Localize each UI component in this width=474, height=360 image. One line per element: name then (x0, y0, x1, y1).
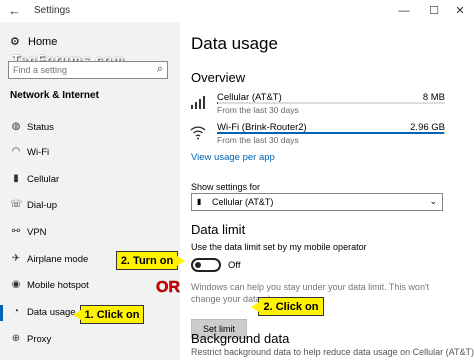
sidebar-item-label: Cellular (27, 174, 60, 185)
network-select-value: Cellular (AT&T) (212, 197, 274, 207)
globe-icon: ◍ (11, 121, 21, 132)
sidebar-item-label: Wi-Fi (27, 147, 50, 158)
sidebar-item-label: Dial-up (27, 200, 58, 211)
hotspot-icon: ◉ (11, 279, 21, 290)
usage-bar-fill (217, 132, 445, 134)
chevron-down-icon: ⌄ (429, 196, 437, 206)
network-select[interactable]: ▮ Cellular (AT&T) ⌄ (191, 193, 443, 211)
sidebar-item-cellular[interactable]: ▮ Cellular (0, 170, 180, 190)
view-usage-per-app-link[interactable]: View usage per app (191, 152, 275, 163)
callout-arrow (251, 302, 259, 312)
data-limit-heading: Data limit (191, 222, 246, 237)
window-title: Settings (34, 5, 71, 16)
usage-row-cellular: Cellular (AT&T) From the last 30 days 8 … (190, 90, 445, 120)
search-box[interactable]: ⌕ (8, 61, 168, 79)
title-bar: ← Settings — ☐ ✕ (0, 0, 474, 22)
operator-limit-toggle[interactable] (191, 258, 221, 272)
show-settings-label: Show settings for (191, 182, 261, 192)
sidebar-item-label: VPN (27, 227, 47, 238)
maximize-button[interactable]: ☐ (420, 2, 448, 20)
callout-click-set-limit: 2. Click on (251, 297, 324, 316)
section-title: Network & Internet (10, 90, 99, 101)
search-icon[interactable]: ⌕ (157, 63, 163, 76)
phone-icon: ☏ (10, 199, 23, 210)
sidebar-item-label: Mobile hotspot (27, 280, 89, 291)
minimize-button[interactable]: — (390, 2, 418, 20)
usage-bar (217, 102, 445, 104)
usage-period: From the last 30 days (217, 135, 299, 145)
search-input[interactable] (13, 65, 143, 75)
callout-arrow (177, 256, 185, 266)
sidebar-item-label: Proxy (27, 334, 52, 345)
cellular-icon: ▮ (13, 173, 19, 184)
operator-toggle-label: Use the data limit set by my mobile oper… (191, 242, 367, 252)
back-arrow-icon[interactable]: ← (8, 3, 21, 18)
sidebar-item-vpn[interactable]: ⚯ VPN (0, 223, 180, 243)
airplane-icon: ✈ (11, 253, 21, 264)
proxy-icon: ⊕ (11, 333, 21, 344)
page-title: Data usage (191, 34, 278, 53)
sidebar-item-dial-up[interactable]: ☏ Dial-up (0, 196, 180, 216)
callout-arrow (73, 310, 81, 320)
sidebar-item-label: Status (27, 122, 54, 133)
callout-turn-on: 2. Turn on (116, 251, 185, 270)
background-data-description: Restrict background data to help reduce … (191, 347, 474, 357)
cellular-icon: ▮ (197, 197, 202, 206)
usage-bar (217, 132, 445, 134)
sidebar-item-mobile-hotspot[interactable]: ◉ Mobile hotspot (0, 276, 180, 296)
usage-bar-fill (217, 102, 218, 104)
callout-text: 2. Click on (263, 301, 319, 313)
or-label: OR (156, 279, 181, 297)
close-button[interactable]: ✕ (446, 2, 474, 20)
usage-row-wifi: Wi-Fi (Brink-Router2) From the last 30 d… (190, 120, 445, 150)
overview-heading: Overview (191, 70, 246, 85)
home-label: Home (28, 36, 58, 48)
callout-text: 2. Turn on (120, 255, 174, 267)
cellular-signal-icon (191, 96, 205, 109)
wifi-icon: ◠ (11, 146, 21, 157)
sidebar-item-wifi[interactable]: ◠ Wi-Fi (0, 143, 180, 163)
toggle-knob (195, 262, 201, 268)
active-indicator (0, 305, 3, 321)
main-content: Data usage Overview Cellular (AT&T) From… (180, 22, 474, 360)
sidebar-item-proxy[interactable]: ⊕ Proxy (0, 330, 180, 350)
usage-period: From the last 30 days (217, 105, 299, 115)
data-usage-icon: ◔ (12, 306, 20, 317)
callout-text: 1. Click on (84, 309, 140, 321)
toggle-state-label: Off (228, 260, 241, 271)
sidebar-item-label: Data usage (27, 307, 76, 318)
vpn-icon: ⚯ (11, 226, 21, 237)
sidebar-item-status[interactable]: ◍ Status (0, 118, 180, 138)
background-data-heading: Background data (191, 331, 290, 346)
callout-click-data-usage: 1. Click on (73, 305, 144, 324)
wifi-signal-icon (190, 126, 206, 140)
gear-icon: ⚙ (10, 36, 20, 48)
sidebar-item-label: Airplane mode (27, 254, 89, 265)
